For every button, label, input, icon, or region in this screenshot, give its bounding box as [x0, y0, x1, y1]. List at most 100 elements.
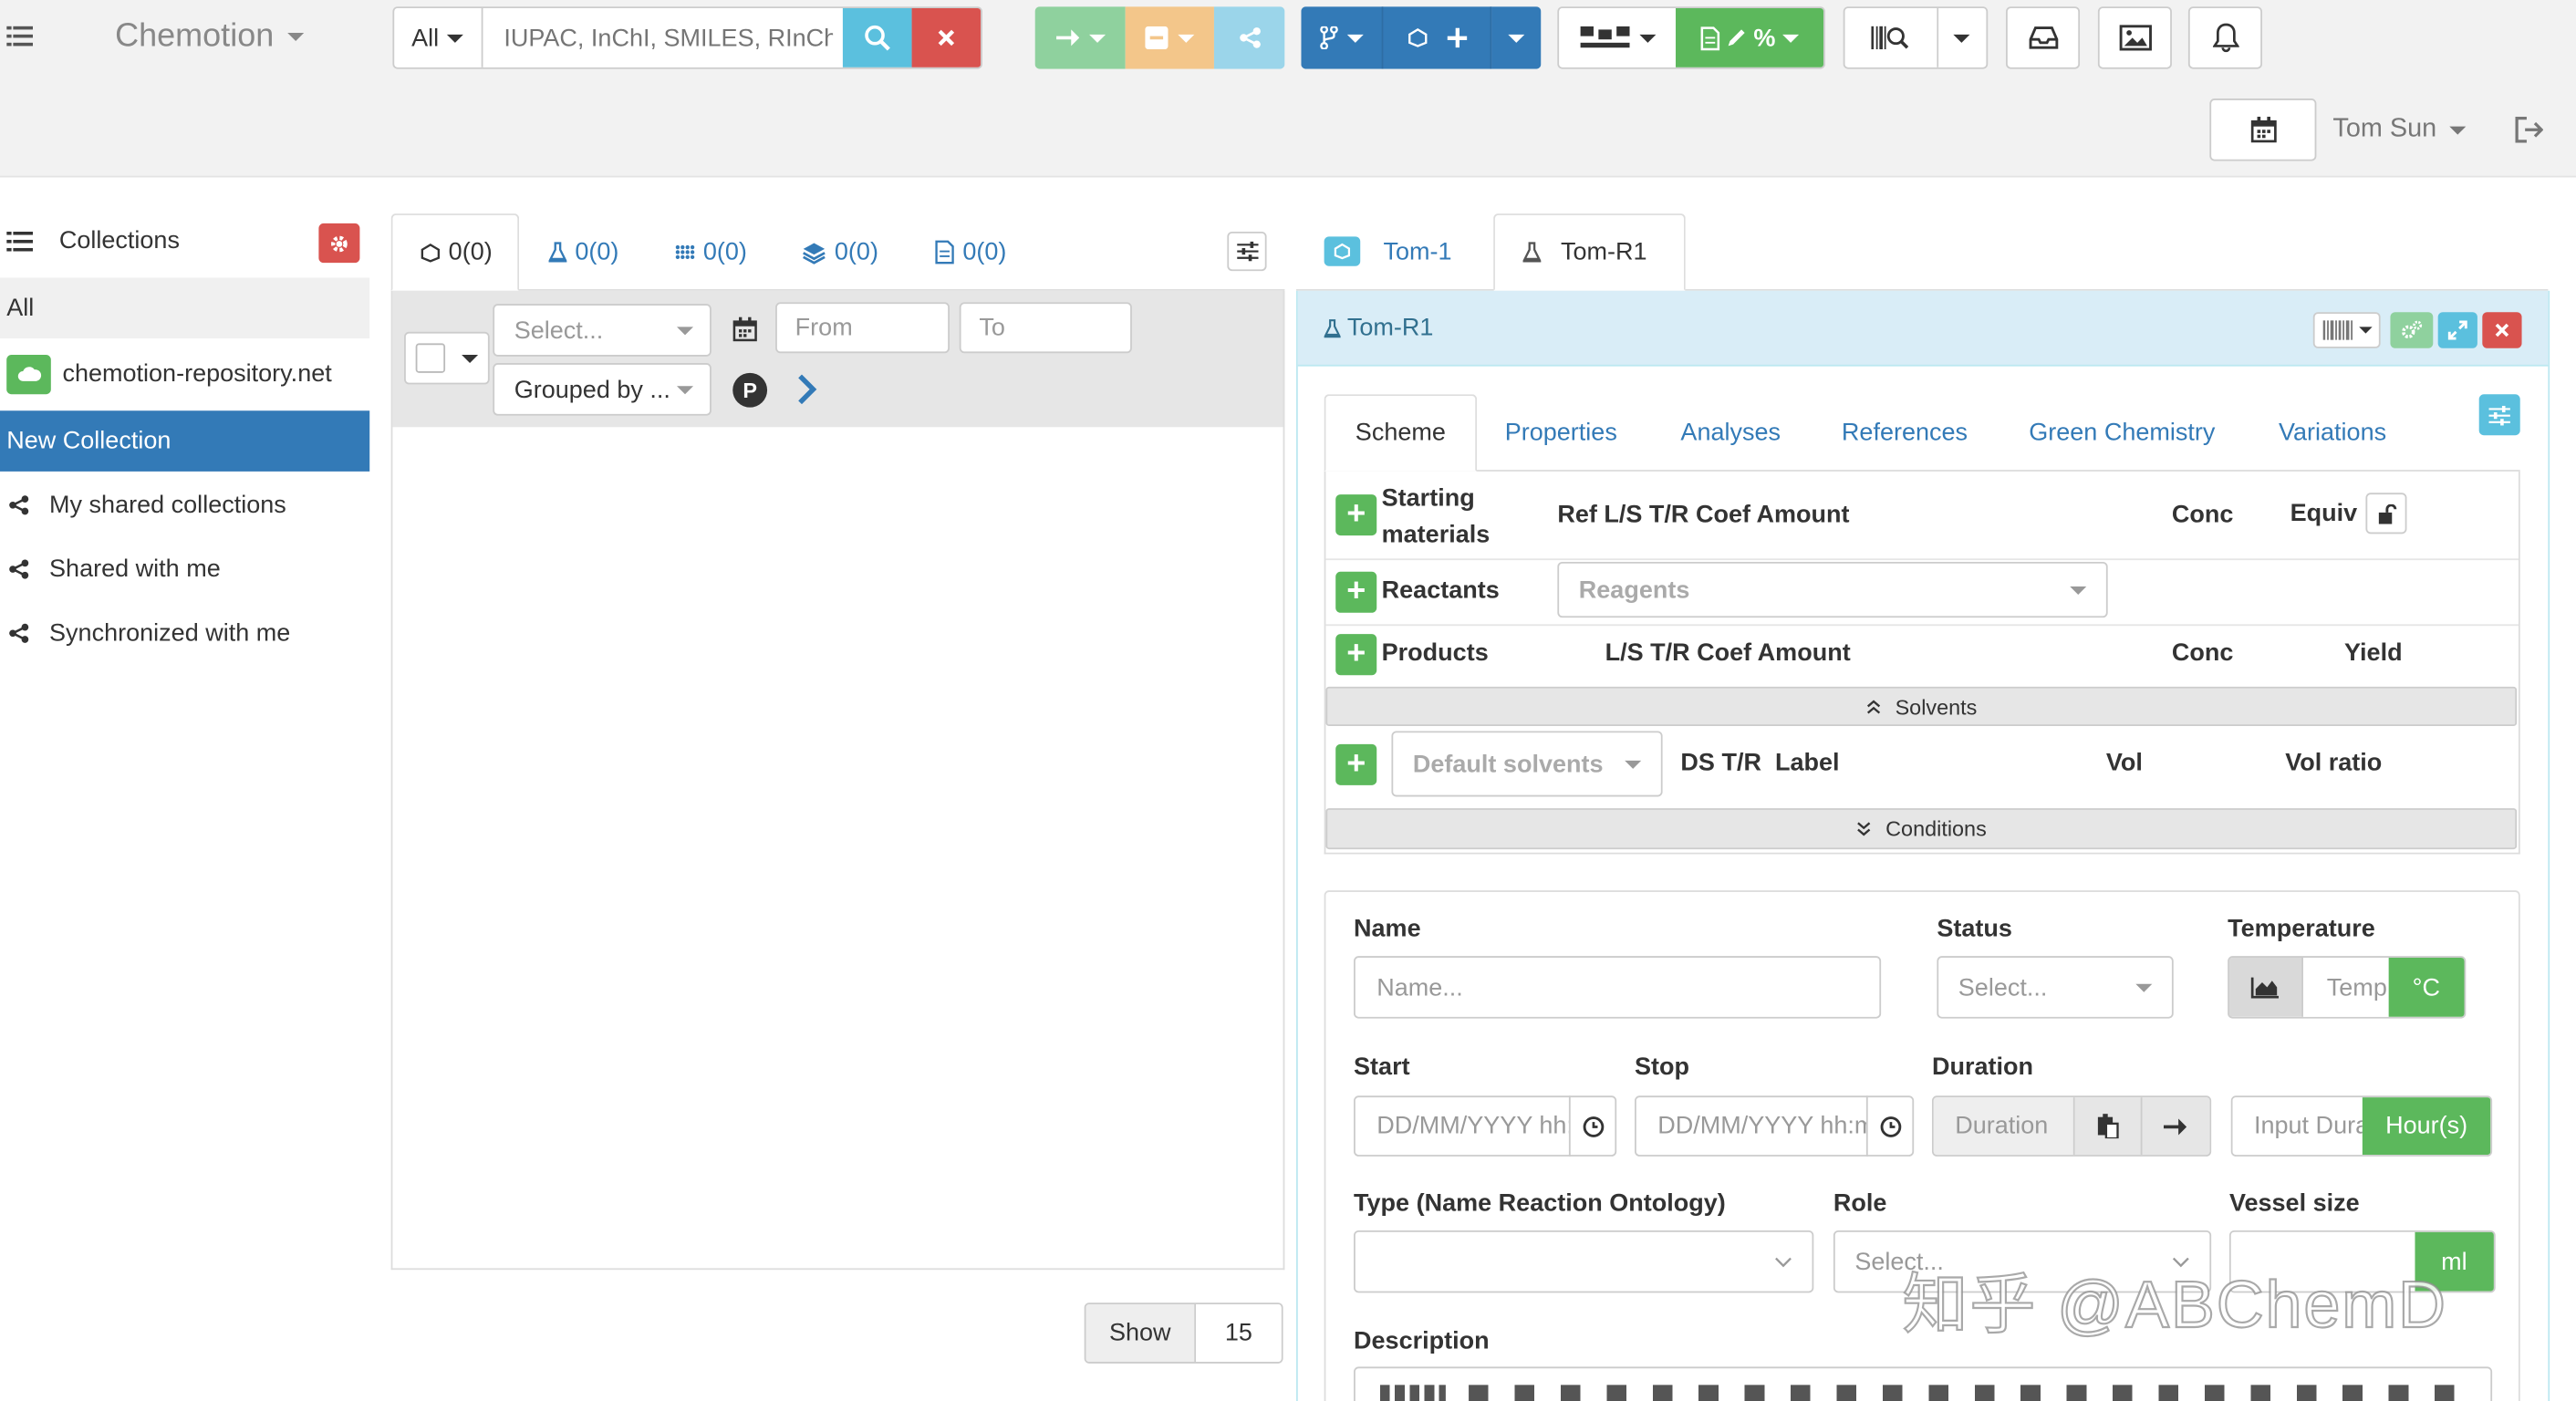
collections-settings-button[interactable]: [318, 223, 360, 264]
tab-count: 0(0): [962, 238, 1007, 266]
brand-dropdown[interactable]: Chemotion: [115, 18, 304, 56]
date-field-select[interactable]: Select...: [493, 304, 712, 357]
notifications-button[interactable]: [2187, 6, 2262, 69]
generate-button[interactable]: [2390, 312, 2434, 348]
type-select[interactable]: [1354, 1230, 1814, 1293]
print-barcode-button[interactable]: [2312, 312, 2381, 348]
duration-unit-button[interactable]: Hour(s): [2362, 1097, 2491, 1156]
name-input[interactable]: Name...: [1354, 956, 1882, 1019]
duration-input[interactable]: Input Duration: [2232, 1097, 2363, 1156]
select-all-dropdown[interactable]: [404, 331, 490, 385]
create-dropdown-button[interactable]: [1491, 6, 1542, 69]
create-sample-button[interactable]: [1383, 6, 1492, 69]
tab-reactions[interactable]: 0(0): [548, 238, 618, 266]
tab-properties[interactable]: Properties: [1505, 419, 1617, 447]
add-solvent-button[interactable]: +: [1335, 743, 1377, 785]
tab-references[interactable]: References: [1842, 419, 1968, 447]
detail-settings-button[interactable]: [2478, 394, 2520, 436]
lock-equiv-button[interactable]: [2365, 493, 2407, 534]
start-input[interactable]: DD/MM/YYYY hh:mm:ss: [1354, 1095, 1571, 1157]
split-button[interactable]: [1301, 6, 1384, 69]
close-detail-button[interactable]: [2482, 312, 2522, 348]
product-only-toggle[interactable]: P: [732, 372, 768, 408]
tab-analyses[interactable]: Analyses: [1680, 419, 1781, 447]
user-dropdown[interactable]: Tom Sun: [2332, 115, 2467, 144]
tab-scheme[interactable]: Scheme: [1324, 394, 1478, 472]
file-text-icon: [1701, 26, 1720, 50]
show-count-input[interactable]: 15: [1195, 1303, 1282, 1363]
sidebar-item-label: chemotion-repository.net: [62, 359, 332, 389]
report-button[interactable]: %: [1676, 8, 1824, 67]
detail-tab-tom-1[interactable]: Tom-1: [1324, 236, 1452, 266]
sidebar-item-synchronized[interactable]: Synchronized with me: [0, 603, 369, 664]
default-solvents-select[interactable]: Default solvents: [1391, 731, 1663, 797]
starting-materials-label: Starting materials: [1382, 482, 1491, 554]
tab-screens[interactable]: 0(0): [802, 238, 878, 266]
detail-tab-tom-r1[interactable]: Tom-R1: [1493, 213, 1686, 291]
collections-header: Collections: [6, 227, 180, 254]
pagination-show: Show 15: [1084, 1302, 1283, 1364]
select-all-checkbox[interactable]: [415, 343, 446, 373]
move-button[interactable]: [1034, 6, 1126, 69]
expand-button[interactable]: [2437, 312, 2477, 348]
sitemap-icon: [1579, 26, 1629, 48]
cogs-icon: [2402, 320, 2423, 339]
status-select[interactable]: Select...: [1937, 956, 2174, 1019]
sidebar-item-shared-with-me[interactable]: Shared with me: [0, 539, 369, 600]
duration-label: Duration: [1931, 1053, 2034, 1082]
add-reactant-button[interactable]: +: [1335, 571, 1377, 613]
share-button[interactable]: [1213, 6, 1285, 69]
barcode-search-button[interactable]: [1844, 8, 1938, 67]
stop-now-button[interactable]: [1865, 1095, 1915, 1157]
menu-icon[interactable]: [6, 25, 34, 47]
add-product-button[interactable]: +: [1335, 634, 1377, 676]
sidebar-item-new-collection[interactable]: New Collection: [0, 410, 370, 472]
tab-count: 0(0): [448, 238, 493, 266]
tab-research-plans[interactable]: 0(0): [935, 238, 1007, 266]
plus-icon: [1446, 27, 1467, 48]
stop-input[interactable]: DD/MM/YYYY hh:mm:ss: [1634, 1095, 1868, 1157]
tab-wellplates[interactable]: 0(0): [675, 238, 747, 266]
chevron-down-icon: [1088, 33, 1106, 42]
tab-green-chemistry[interactable]: Green Chemistry: [2029, 419, 2215, 447]
start-now-button[interactable]: [1568, 1095, 1617, 1157]
reagents-select[interactable]: Reagents: [1557, 561, 2108, 618]
sidebar-item-my-shared[interactable]: My shared collections: [0, 474, 369, 535]
conditions-toggle[interactable]: Conditions: [1325, 808, 2518, 850]
search-input[interactable]: [504, 24, 833, 52]
logout-button[interactable]: [2514, 115, 2544, 144]
search-scope-dropdown[interactable]: All: [394, 8, 483, 67]
solvents-toggle[interactable]: Solvents: [1325, 686, 2518, 727]
arrow-right-icon: [2164, 1117, 2187, 1135]
clear-search-button[interactable]: [911, 8, 982, 67]
list-settings-button[interactable]: [1227, 231, 1267, 272]
tab-variations[interactable]: Variations: [2279, 419, 2386, 447]
chevron-double-down-icon: [1856, 822, 1870, 836]
search-button[interactable]: [843, 8, 912, 67]
import-export-button[interactable]: [1559, 8, 1677, 67]
sidebar-item-all[interactable]: All: [0, 277, 370, 339]
add-starting-material-button[interactable]: +: [1335, 494, 1377, 536]
tab-label: Analyses: [1680, 419, 1781, 447]
apply-duration-button[interactable]: [2141, 1097, 2210, 1156]
stop-label: Stop: [1634, 1053, 1690, 1082]
image-button[interactable]: [2097, 6, 2172, 69]
chevron-right-icon[interactable]: [795, 374, 818, 405]
barcode-dropdown-button[interactable]: [1937, 8, 1987, 67]
calendar-button[interactable]: [2209, 99, 2317, 161]
to-date-input[interactable]: To: [959, 302, 1132, 354]
share-icon: [9, 559, 29, 579]
remove-button[interactable]: [1125, 6, 1214, 69]
chevron-down-icon: [1178, 33, 1195, 42]
temperature-unit-button[interactable]: °C: [2388, 957, 2465, 1017]
temperature-input[interactable]: Temp: [2303, 957, 2389, 1017]
product-only-label: P: [743, 378, 757, 403]
sidebar-item-repository[interactable]: chemotion-repository.net: [0, 343, 369, 404]
date-picker-button[interactable]: [722, 304, 767, 353]
copy-duration-button[interactable]: [2074, 1097, 2142, 1156]
tab-samples[interactable]: 0(0): [421, 238, 493, 266]
inbox-button[interactable]: [2006, 6, 2081, 69]
from-date-input[interactable]: From: [775, 302, 950, 354]
temperature-chart-button[interactable]: [2228, 957, 2304, 1017]
group-by-select[interactable]: Grouped by ...: [493, 363, 712, 416]
